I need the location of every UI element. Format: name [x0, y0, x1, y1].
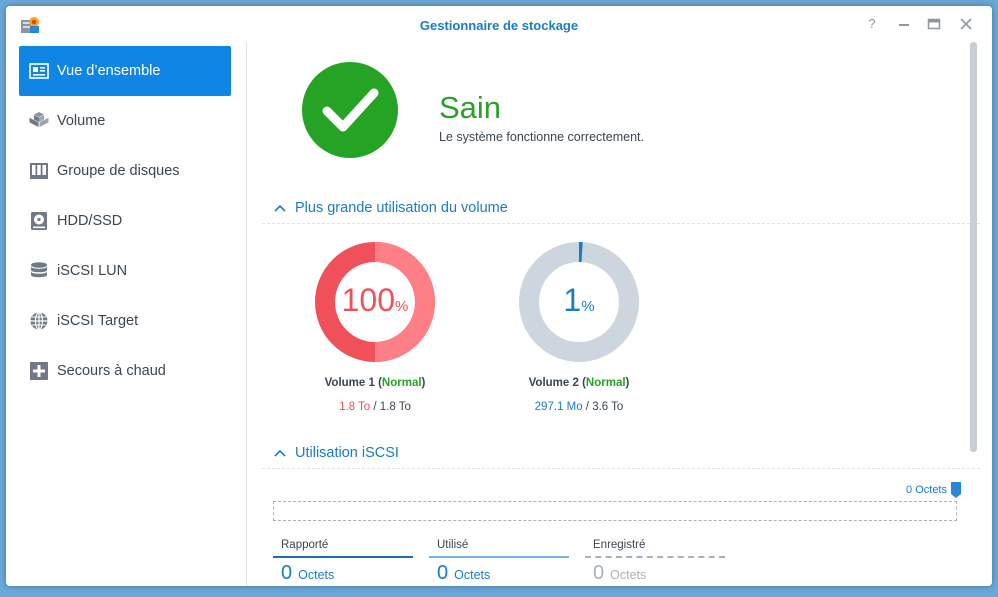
sidebar: Vue d’ensemble Volume Groupe de disques — [6, 42, 247, 586]
volume-2-state: Normal — [585, 377, 626, 389]
disk-group-icon — [30, 163, 48, 179]
iscsi-max-label: 0 Octets — [906, 484, 947, 496]
iscsi-stat-used: Utilisé 0 Octets — [429, 539, 569, 585]
section-title: Utilisation iSCSI — [295, 445, 399, 461]
hot-spare-icon — [30, 362, 48, 380]
volume-1-usage: 1.8 To / 1.8 To — [275, 401, 475, 413]
bookmark-marker-icon — [951, 482, 961, 498]
sidebar-item-iscsi-target[interactable]: iSCSI Target — [19, 296, 231, 346]
volume-2-name: Volume 2 (Normal) — [479, 377, 679, 389]
hdd-icon — [31, 212, 47, 230]
overview-icon — [29, 63, 49, 79]
volume-1-name: Volume 1 (Normal) — [275, 377, 475, 389]
stat-value: 0 — [281, 562, 293, 584]
stat-unit: Octets — [298, 568, 335, 582]
volume-1-used: 1.8 To — [339, 401, 371, 413]
sidebar-item-disk-group[interactable]: Groupe de disques — [19, 146, 231, 196]
volume-1-paren-close: ) — [421, 377, 426, 389]
globe-icon — [30, 311, 48, 331]
maximize-icon — [927, 18, 941, 30]
volume-2-used: 297.1 Mo — [534, 401, 583, 413]
window-title: Gestionnaire de stockage — [419, 18, 579, 33]
volume-2-usage: 297.1 Mo / 3.6 To — [479, 401, 679, 413]
section-title: Plus grande utilisation du volume — [295, 200, 508, 216]
iscsi-usage-section-header[interactable]: Utilisation iSCSI — [262, 442, 980, 469]
volume-1-paren-open: ( — [374, 377, 382, 389]
overview-panel: Sain Le système fonctionne correctement.… — [247, 42, 992, 586]
volume-2-separator: / — [582, 401, 593, 413]
stat-legend-line — [585, 556, 725, 558]
close-button[interactable] — [958, 16, 974, 32]
stat-label: Enregistré — [593, 539, 646, 551]
volume-1-state: Normal — [381, 377, 422, 389]
minimize-icon — [899, 24, 909, 26]
sidebar-item-label: Volume — [57, 113, 106, 129]
sidebar-item-label: iSCSI LUN — [57, 263, 128, 279]
sidebar-item-hot-spare[interactable]: Secours à chaud — [19, 346, 231, 396]
help-button[interactable]: ? — [864, 16, 880, 32]
sidebar-item-hdd-ssd[interactable]: HDD/SSD — [19, 196, 231, 246]
health-status-title: Sain — [439, 90, 502, 125]
iscsi-stat-saved: Enregistré 0 Octets — [585, 539, 725, 585]
check-icon — [302, 62, 398, 158]
stat-label: Utilisé — [437, 539, 469, 551]
volume-1-total: 1.8 To — [379, 401, 411, 413]
volume-2-percent-value: 1 — [563, 282, 582, 318]
volume-2-paren-open: ( — [578, 377, 586, 389]
sidebar-item-volume[interactable]: Volume — [19, 96, 231, 146]
storage-manager-window: Gestionnaire de stockage ? Vue d’ensembl… — [6, 6, 992, 586]
sidebar-item-label: Vue d’ensemble — [57, 63, 161, 79]
health-status-subtitle: Le système fonctionne correctement. — [439, 130, 644, 144]
stat-label: Rapporté — [281, 539, 329, 551]
sidebar-item-iscsi-lun[interactable]: iSCSI LUN — [19, 246, 231, 296]
stat-legend-line — [429, 556, 569, 558]
volume-2-paren-close: ) — [625, 377, 630, 389]
title-bar[interactable]: Gestionnaire de stockage ? — [6, 6, 992, 42]
sidebar-item-label: iSCSI Target — [57, 313, 139, 329]
chevron-up-icon — [274, 204, 286, 212]
volume-2-total: 3.6 To — [592, 401, 624, 413]
close-icon — [960, 18, 972, 30]
chevron-up-icon — [274, 449, 286, 457]
volume-1-separator: / — [370, 401, 380, 413]
volume-2-percent-sign: % — [581, 298, 595, 315]
stat-value: 0 — [593, 562, 605, 584]
volume-cubes-icon — [29, 112, 49, 127]
volume-1-label: Volume 1 — [324, 377, 375, 389]
volume-usage-section-header[interactable]: Plus grande utilisation du volume — [262, 197, 980, 224]
minimize-button[interactable] — [896, 16, 912, 32]
sidebar-item-overview[interactable]: Vue d’ensemble — [19, 46, 231, 96]
sidebar-item-label: Secours à chaud — [57, 363, 166, 379]
sidebar-item-label: HDD/SSD — [57, 213, 123, 229]
volume-1-percent: 100% — [313, 282, 437, 319]
iscsi-stat-reported: Rapporté 0 Octets — [273, 539, 413, 585]
maximize-button[interactable] — [926, 16, 942, 32]
volume-1-percent-sign: % — [395, 298, 409, 315]
stat-unit: Octets — [610, 568, 647, 582]
volume-2-label: Volume 2 — [528, 377, 579, 389]
stat-unit: Octets — [454, 568, 491, 582]
volume-1-percent-value: 100 — [341, 282, 396, 318]
sidebar-item-label: Groupe de disques — [57, 163, 180, 179]
stat-legend-line — [273, 556, 413, 558]
volume-2-percent: 1% — [517, 282, 641, 319]
database-icon — [31, 262, 47, 278]
stat-value: 0 — [437, 562, 449, 584]
iscsi-usage-bar — [273, 501, 957, 521]
content-scrollbar[interactable] — [970, 42, 977, 452]
